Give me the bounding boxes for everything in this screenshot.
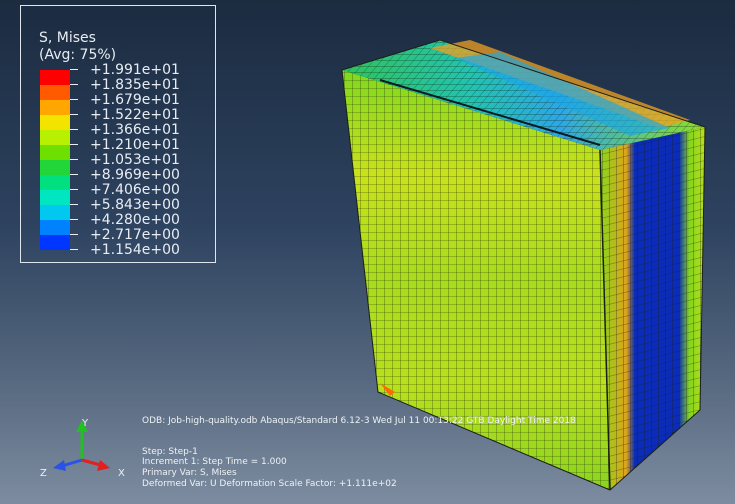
y-axis-label: Y xyxy=(81,418,89,429)
z-axis-label: Z xyxy=(40,468,47,479)
increment-info: Increment 1: Step Time = 1.000 xyxy=(142,457,287,467)
x-axis-label: X xyxy=(118,468,125,479)
primary-var-info: Primary Var: S, Mises xyxy=(142,468,237,478)
deformed-var-info: Deformed Var: U Deformation Scale Factor… xyxy=(142,479,397,489)
z-axis-arrow xyxy=(61,458,83,468)
coordinate-triad: Y X Z xyxy=(40,418,125,479)
step-info: Step: Step-1 xyxy=(142,447,198,457)
odb-info: ODB: Job-high-quality.odb Abaqus/Standar… xyxy=(142,416,576,426)
model-side-face xyxy=(600,127,705,490)
